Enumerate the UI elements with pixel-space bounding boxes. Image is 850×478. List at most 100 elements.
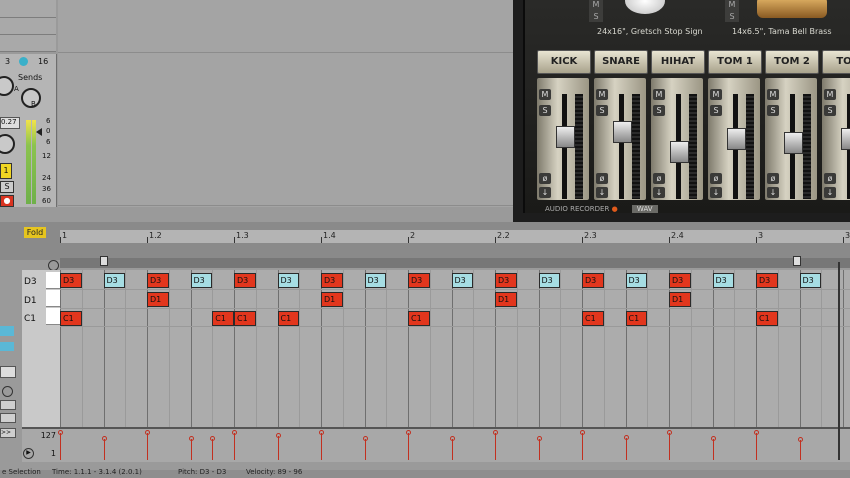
velocity-handle[interactable] [232,430,237,436]
velocity-handle[interactable] [754,430,759,436]
output-arrow-icon[interactable]: ↓ [767,187,779,198]
phase-icon[interactable]: ø [767,173,779,184]
velocity-handle[interactable] [210,436,216,441]
fold-button[interactable]: Fold [24,227,46,238]
velocity-handle[interactable] [101,436,107,441]
channel-mute-button[interactable]: M [767,89,779,100]
record-dot-icon[interactable]: ● [612,205,618,213]
clip-button[interactable] [0,413,16,423]
channel-mute-button[interactable]: M [539,89,551,100]
channel-mute-button[interactable]: M [653,89,665,100]
midi-note[interactable]: D3 [364,273,387,288]
volume-value[interactable]: 0.27 [0,117,20,129]
channel-solo-button[interactable]: S [653,105,665,116]
output-arrow-icon[interactable]: ↓ [596,187,608,198]
arm-button[interactable]: ● [0,195,14,207]
velocity-handle[interactable] [275,433,281,439]
velocity-marker[interactable] [797,436,803,460]
drum-solo-small[interactable]: S [725,12,739,22]
velocity-marker[interactable] [580,430,585,460]
velocity-marker[interactable] [319,430,324,460]
clip-slot[interactable] [0,17,56,35]
note-grid[interactable]: D3 D3 D3 D3 D3 D3 D3 D3 D3 D3 D3 D3 D3 D3 D3 D3 D3 D3 D1 D1… [60,270,850,427]
warp-icon[interactable] [2,386,13,397]
velocity-handle[interactable] [188,436,194,441]
midi-note[interactable]: D3 [60,273,82,288]
velocity-handle[interactable] [623,434,629,440]
channel-fader[interactable] [727,128,746,150]
output-arrow-icon[interactable]: ↓ [710,187,722,198]
midi-note[interactable]: C1 [408,311,430,326]
velocity-marker[interactable] [536,436,542,460]
timeline-ruler[interactable]: 1 1.2 1.3 1.4 2 2.2 2.3 2.4 3 3. [60,230,850,243]
velocity-marker[interactable] [188,436,194,460]
velocity-handle[interactable] [449,436,455,441]
phase-icon[interactable]: ø [710,173,722,184]
loop-end-marker[interactable] [793,256,801,266]
channel-solo-button[interactable]: S [539,105,551,116]
pan-knob[interactable] [0,134,15,154]
velocity-marker[interactable] [449,436,455,460]
expand-button[interactable]: >> [0,428,16,438]
clip-button[interactable] [0,400,16,410]
midi-note[interactable]: D3 [756,273,778,288]
midi-note[interactable]: D3 [234,273,256,288]
phase-icon[interactable]: ø [596,173,608,184]
velocity-marker[interactable] [710,436,716,460]
loop-start-marker[interactable] [100,256,108,266]
velocity-handle[interactable] [580,430,585,436]
midi-note[interactable]: D3 [625,273,648,288]
wav-format-button[interactable]: WAV [631,205,658,213]
clip-dropdown[interactable] [0,342,14,351]
clip-slot[interactable] [0,0,56,18]
channel-name-button[interactable]: HIHAT [651,50,705,74]
velocity-handle[interactable] [493,430,498,436]
drum-solo-small[interactable]: S [589,12,603,22]
velocity-marker[interactable] [232,430,237,460]
velocity-handle[interactable] [536,436,542,441]
midi-note[interactable]: D1 [495,292,517,307]
velocity-marker[interactable] [754,430,759,460]
channel-name-button[interactable]: SNARE [594,50,648,74]
velocity-handle[interactable] [797,436,803,442]
velocity-marker[interactable] [493,430,498,460]
output-arrow-icon[interactable]: ↓ [653,187,665,198]
midi-note[interactable]: D3 [147,273,169,288]
midi-note[interactable]: D3 [582,273,604,288]
volume-pointer-icon[interactable] [36,128,42,136]
velocity-handle[interactable] [406,430,411,436]
velocity-marker[interactable] [362,436,368,460]
velocity-handle[interactable] [319,430,324,436]
channel-name-button[interactable]: KICK [537,50,591,74]
velocity-marker[interactable] [623,434,629,460]
midi-note[interactable]: C1 [625,311,648,326]
phase-icon[interactable]: ø [824,173,836,184]
midi-note[interactable]: D1 [321,292,343,307]
phase-icon[interactable]: ø [653,173,665,184]
velocity-handle[interactable] [58,430,63,436]
key-d1[interactable] [46,290,60,307]
channel-solo-button[interactable]: S [824,105,836,116]
channel-name-button[interactable]: TOM 2 [765,50,819,74]
clip-slot[interactable] [0,34,56,52]
midi-note[interactable]: C1 [582,311,604,326]
channel-name-button[interactable]: TOM 1 [708,50,762,74]
midi-note[interactable]: D3 [669,273,691,288]
midi-note[interactable]: C1 [212,311,234,326]
midi-note[interactable]: D1 [147,292,169,307]
midi-note[interactable]: C1 [60,311,82,326]
midi-note[interactable]: D1 [669,292,691,307]
channel-solo-button[interactable]: S [767,105,779,116]
midi-note[interactable]: C1 [277,311,300,326]
channel-solo-button[interactable]: S [596,105,608,116]
midi-note[interactable]: D3 [712,273,735,288]
midi-note[interactable]: D3 [277,273,300,288]
velocity-marker[interactable] [275,433,281,460]
channel-mute-button[interactable]: M [710,89,722,100]
channel-mute-button[interactable]: M [824,89,836,100]
velocity-marker[interactable] [101,436,107,460]
velocity-handle[interactable] [145,430,150,436]
channel-name-button[interactable]: TOM [822,50,850,74]
track-color-icon[interactable] [19,57,28,66]
channel-fader[interactable] [556,126,575,149]
